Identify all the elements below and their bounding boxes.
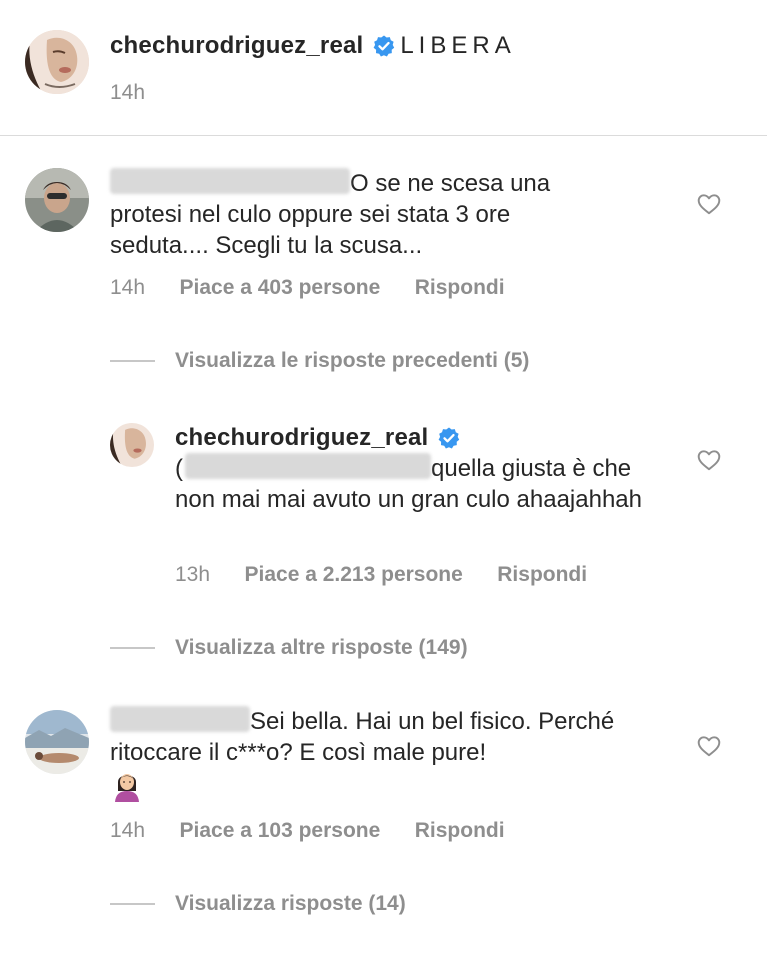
heart-icon[interactable] bbox=[696, 733, 722, 759]
reply-button[interactable]: Rispondi bbox=[497, 563, 587, 586]
likes-count[interactable]: Piace a 2.213 persone bbox=[245, 563, 463, 586]
verified-badge-icon bbox=[437, 426, 461, 455]
comment-timestamp: 14h bbox=[110, 819, 146, 842]
comment-text: Sei bella. Hai un bel fisico. Perché rit… bbox=[110, 706, 615, 766]
view-more-replies[interactable]: Visualizza altre risposte (149) bbox=[175, 636, 468, 660]
reply-timestamp: 13h bbox=[175, 563, 211, 586]
comment-text: O se ne scesa una protesi nel culo oppur… bbox=[110, 168, 551, 259]
commenter-avatar[interactable] bbox=[25, 710, 89, 774]
heart-icon[interactable] bbox=[696, 191, 722, 217]
commenter-avatar[interactable] bbox=[25, 168, 89, 232]
post-caption: LIBERA bbox=[400, 32, 516, 59]
thread-line bbox=[110, 647, 155, 649]
post-author-username[interactable]: chechurodriguez_real bbox=[110, 32, 363, 59]
redacted-username bbox=[110, 168, 350, 194]
header-divider bbox=[0, 135, 767, 136]
woman-emoji-icon bbox=[110, 768, 144, 802]
reply-button[interactable]: Rispondi bbox=[415, 276, 505, 299]
redacted-username bbox=[185, 453, 431, 479]
thread-line bbox=[110, 903, 155, 905]
view-previous-replies[interactable]: Visualizza le risposte precedenti (5) bbox=[175, 349, 529, 373]
likes-count[interactable]: Piace a 103 persone bbox=[180, 819, 381, 842]
post-author-avatar[interactable] bbox=[25, 30, 89, 94]
verified-badge-icon bbox=[372, 34, 396, 63]
likes-count[interactable]: Piace a 403 persone bbox=[180, 276, 381, 299]
comment-timestamp: 14h bbox=[110, 276, 146, 299]
reply-author-avatar[interactable] bbox=[110, 423, 154, 467]
view-replies[interactable]: Visualizza risposte (14) bbox=[175, 892, 406, 916]
reply-button[interactable]: Rispondi bbox=[415, 819, 505, 842]
thread-line bbox=[110, 360, 155, 362]
heart-icon[interactable] bbox=[696, 447, 722, 473]
redacted-username bbox=[110, 706, 250, 732]
reply-text: (quella giusta è che non mai mai avuto u… bbox=[175, 453, 642, 513]
post-timestamp: 14h bbox=[110, 81, 146, 104]
reply-author-username[interactable]: chechurodriguez_real bbox=[175, 424, 428, 451]
